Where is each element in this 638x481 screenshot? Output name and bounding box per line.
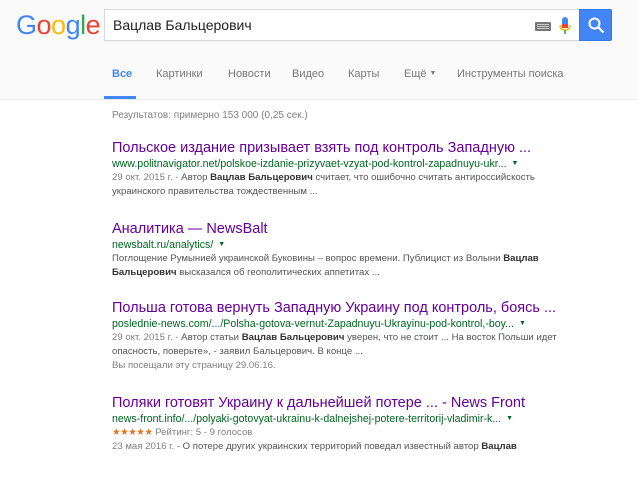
result-stats: Результатов: примерно 153 000 (0,25 сек.… — [112, 110, 308, 121]
tab-more[interactable]: Ещё ▼ — [404, 67, 436, 81]
snippet-text: Поглощение Румынией украинской Буковины … — [112, 253, 504, 264]
result-title-link[interactable]: Польское издание призывает взять под кон… — [112, 139, 582, 157]
result-url-text: poslednie-news.com/.../Polsha-gotova-ver… — [112, 318, 514, 330]
snippet-bold: Вацлав Бальцерович — [241, 332, 345, 343]
result-date: 29 окт. 2015 г. - — [112, 172, 179, 183]
result-snippet: 29 окт. 2015 г. - Автор Вацлав Бальцеров… — [112, 171, 582, 199]
microphone-icon[interactable] — [558, 16, 572, 36]
search-result: Польское издание призывает взять под кон… — [112, 139, 582, 199]
result-snippet: Поглощение Румынией украинской Буковины … — [112, 252, 582, 280]
tab-maps[interactable]: Карты — [348, 67, 379, 81]
search-tabs: Все Картинки Новости Видео Карты Ещё ▼ Ин… — [0, 58, 638, 100]
result-rating: ★★★★★ Рейтинг: 5 - 9 голосов — [112, 426, 582, 440]
search-result: Польша готова вернуть Западную Украину п… — [112, 299, 582, 373]
tab-video[interactable]: Видео — [292, 67, 324, 81]
snippet-text: Автор статьи — [178, 332, 242, 343]
dropdown-arrow-icon[interactable]: ▼ — [506, 415, 513, 422]
search-input[interactable] — [113, 10, 523, 40]
tab-images[interactable]: Картинки — [156, 67, 203, 81]
chevron-down-icon: ▼ — [429, 70, 437, 78]
search-box[interactable] — [104, 9, 579, 41]
rating-text: Рейтинг: 5 - 9 голосов — [155, 427, 253, 438]
result-title-link[interactable]: Поляки готовят Украину к дальнейшей поте… — [112, 394, 582, 412]
snippet-bold: Вацлав — [481, 441, 517, 452]
star-icon: ★★★★★ — [112, 427, 153, 438]
result-snippet: 23 мая 2016 г. - О потере других украинс… — [112, 440, 582, 454]
google-logo[interactable]: Google — [16, 10, 101, 40]
result-date: 23 мая 2016 г. - — [112, 441, 180, 452]
result-url: news-front.info/.../polyaki-gotovyat-ukr… — [112, 412, 582, 426]
result-url-text: www.politnavigator.net/polskoe-izdanie-p… — [112, 158, 507, 170]
snippet-text: Автор — [178, 172, 211, 183]
result-url: newsbalt.ru/analytics/ ▼ — [112, 238, 582, 252]
dropdown-arrow-icon[interactable]: ▼ — [519, 320, 526, 327]
keyboard-icon[interactable] — [535, 22, 551, 31]
result-url-text: newsbalt.ru/analytics/ — [112, 239, 214, 251]
dropdown-arrow-icon[interactable]: ▼ — [512, 160, 519, 167]
search-result: Аналитика — NewsBalt newsbalt.ru/analyti… — [112, 220, 582, 280]
tab-news[interactable]: Новости — [228, 67, 271, 81]
tab-more-label: Ещё — [404, 68, 427, 80]
result-url: poslednie-news.com/.../Polsha-gotova-ver… — [112, 317, 582, 331]
search-result: Поляки готовят Украину к дальнейшей поте… — [112, 394, 582, 454]
snippet-text: высказался об геополитических аппетитах … — [176, 267, 380, 278]
active-tab-indicator — [104, 96, 136, 99]
result-title-link[interactable]: Польша готова вернуть Западную Украину п… — [112, 299, 582, 317]
snippet-bold: Вацлав Бальцерович — [210, 172, 313, 183]
result-url: www.politnavigator.net/polskoe-izdanie-p… — [112, 157, 582, 171]
search-button[interactable] — [579, 9, 612, 41]
tab-all[interactable]: Все — [112, 67, 132, 81]
search-icon — [588, 17, 605, 34]
result-snippet: 29 окт. 2015 г. - Автор статьи Вацлав Ба… — [112, 331, 582, 359]
tab-search-tools[interactable]: Инструменты поиска — [457, 67, 564, 81]
dropdown-arrow-icon[interactable]: ▼ — [218, 241, 225, 248]
result-url-text: news-front.info/.../polyaki-gotovyat-ukr… — [112, 413, 502, 425]
result-title-link[interactable]: Аналитика — NewsBalt — [112, 220, 582, 238]
result-date: 29 окт. 2015 г. - — [112, 332, 179, 343]
header: Google Все Картинки Новости Видео Карты … — [0, 0, 638, 100]
visited-note: Вы посещали эту страницу 29.06.16. — [112, 360, 276, 371]
snippet-text: О потере других украинских территорий по… — [180, 441, 482, 452]
